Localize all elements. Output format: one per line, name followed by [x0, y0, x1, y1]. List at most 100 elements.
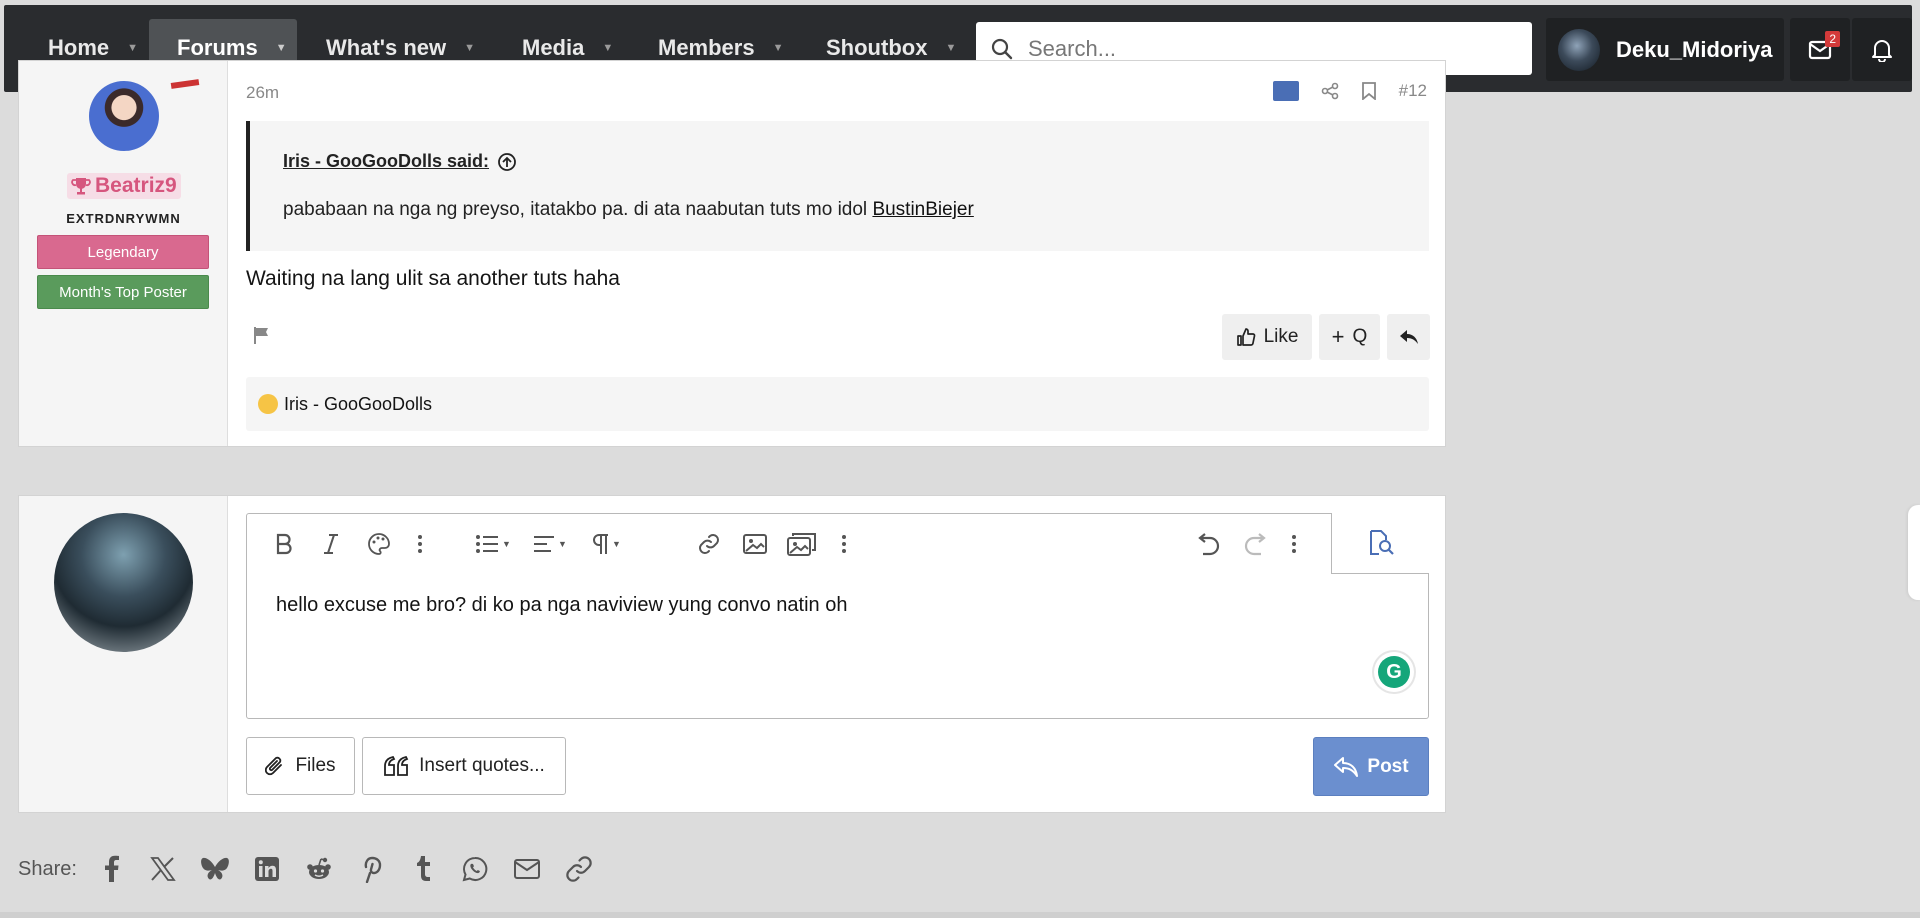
multi-quote-label: Q — [1352, 326, 1368, 347]
alerts-button[interactable] — [1852, 18, 1912, 81]
chevron-down-icon[interactable]: ▼ — [127, 42, 138, 54]
nav-shoutbox-label: Shoutbox — [826, 35, 928, 60]
redo-icon — [1244, 533, 1266, 556]
user-banner-top-poster: Month's Top Poster — [37, 275, 209, 309]
files-label: Files — [295, 755, 336, 776]
italic-button[interactable] — [323, 530, 339, 558]
quick-reply: ▼ ▼ ▼ hello excuse me bro? di ko pa nga … — [18, 495, 1446, 813]
nav-media-label: Media — [522, 35, 585, 60]
attach-files-button[interactable]: Files — [246, 737, 355, 795]
share-label: Share: — [18, 857, 77, 880]
x-icon[interactable] — [147, 853, 179, 885]
mention-link[interactable]: BustinBiejer — [872, 199, 973, 220]
pinterest-icon[interactable] — [355, 853, 387, 885]
email-icon[interactable] — [511, 853, 543, 885]
flag-icon[interactable] — [252, 325, 272, 350]
reply-user-cell — [19, 496, 228, 812]
reaction-user[interactable]: Iris - GooGooDolls — [284, 394, 432, 415]
like-button[interactable]: Like — [1222, 314, 1312, 360]
multi-quote-button[interactable]: + Q — [1319, 314, 1380, 360]
undo-button[interactable] — [1195, 530, 1221, 558]
bold-icon — [276, 533, 292, 555]
message-editor[interactable]: ▼ ▼ ▼ hello excuse me bro? di ko pa nga … — [246, 513, 1429, 719]
editor-toolbar: ▼ ▼ ▼ — [247, 513, 1429, 574]
insert-media-button[interactable] — [787, 530, 817, 558]
preview-toggle[interactable] — [1331, 513, 1429, 574]
user-banner-legendary: Legendary — [37, 235, 209, 269]
more-text-options-button[interactable] — [417, 530, 423, 558]
facebook-icon[interactable] — [95, 853, 127, 885]
chevron-down-icon: ▼ — [558, 539, 567, 549]
laughing-emoji-icon — [258, 394, 278, 414]
paragraph-button[interactable]: ▼ — [591, 530, 621, 558]
align-button[interactable]: ▼ — [533, 530, 567, 558]
arrow-up-circle-icon[interactable] — [497, 152, 517, 172]
plus-icon: + — [1331, 324, 1345, 349]
thumbs-up-icon — [1236, 328, 1255, 346]
more-history-options-button[interactable] — [1291, 530, 1297, 558]
account-menu[interactable]: Deku_Midoriya — [1546, 18, 1784, 81]
chevron-down-icon[interactable]: ▼ — [945, 42, 956, 54]
post-message: Beatriz9 EXTRDNRYWMN Legendary Month's T… — [18, 60, 1446, 447]
chevron-down-icon: ▼ — [502, 539, 511, 549]
search-input[interactable] — [1028, 35, 1508, 62]
more-vertical-icon — [842, 535, 846, 553]
reply-arrow-icon — [1399, 330, 1418, 344]
chevron-down-icon[interactable]: ▼ — [602, 42, 613, 54]
editor-content[interactable]: hello excuse me bro? di ko pa nga navivi… — [276, 594, 847, 617]
quote-icon — [384, 755, 409, 776]
share-icon[interactable] — [1321, 82, 1339, 100]
insert-quotes-label: Insert quotes... — [419, 755, 545, 776]
preview-icon — [1369, 530, 1394, 555]
link-icon[interactable] — [563, 853, 595, 885]
chevron-down-icon: ▼ — [612, 539, 621, 549]
image-icon — [743, 534, 767, 554]
nav-home-label: Home — [48, 35, 110, 60]
post-timestamp[interactable]: 26m — [246, 83, 279, 103]
label-badge — [1272, 81, 1299, 101]
bold-button[interactable] — [275, 530, 293, 558]
insert-link-button[interactable] — [697, 530, 721, 558]
whatsapp-icon[interactable] — [459, 853, 491, 885]
align-left-icon — [534, 536, 554, 552]
insert-quotes-button[interactable]: Insert quotes... — [362, 737, 566, 795]
bookmark-icon[interactable] — [1361, 82, 1377, 100]
text-color-button[interactable] — [367, 530, 391, 558]
quote-author-text: Iris - GooGooDolls said: — [283, 151, 490, 171]
post-number[interactable]: #12 — [1399, 81, 1427, 101]
more-insert-options-button[interactable] — [841, 530, 847, 558]
reddit-icon[interactable] — [303, 853, 335, 885]
inbox-count-badge: 2 — [1825, 31, 1840, 47]
quote-block: Iris - GooGooDolls said: pababaan na nga… — [246, 121, 1429, 251]
reactions-bar[interactable]: Iris - GooGooDolls — [246, 377, 1429, 431]
palette-icon — [368, 533, 390, 555]
quote-text: pababaan na nga ng preyso, itatakbo pa. … — [283, 199, 974, 221]
chevron-down-icon[interactable]: ▼ — [773, 42, 784, 54]
grammarly-icon[interactable]: G — [1374, 652, 1414, 692]
insert-image-button[interactable] — [743, 530, 767, 558]
post-author-title: EXTRDNRYWMN — [66, 211, 181, 226]
side-drawer-handle[interactable] — [1908, 505, 1920, 600]
avatar — [1558, 28, 1600, 71]
italic-icon — [324, 534, 338, 554]
inbox-button[interactable]: 2 — [1790, 18, 1850, 81]
post-author-name[interactable]: Beatriz9 — [67, 173, 181, 199]
quote-text-content: pababaan na nga ng preyso, itatakbo pa. … — [283, 199, 873, 220]
reply-button[interactable] — [1387, 314, 1430, 360]
post-label: Post — [1367, 755, 1409, 777]
bluesky-icon[interactable] — [199, 853, 231, 885]
more-vertical-icon — [418, 535, 422, 553]
nav-members-label: Members — [658, 35, 755, 60]
ribbon-icon — [170, 79, 200, 89]
like-label: Like — [1263, 326, 1299, 347]
linkedin-icon[interactable] — [251, 853, 283, 885]
chevron-down-icon[interactable]: ▼ — [276, 42, 287, 54]
list-button[interactable]: ▼ — [475, 530, 511, 558]
post-reply-button[interactable]: Post — [1313, 737, 1429, 796]
quote-author-link[interactable]: Iris - GooGooDolls said: — [283, 151, 517, 172]
redo-button[interactable] — [1243, 530, 1269, 558]
avatar[interactable] — [89, 81, 159, 151]
chevron-down-icon[interactable]: ▼ — [464, 42, 475, 54]
link-icon — [699, 534, 719, 554]
tumblr-icon[interactable] — [407, 853, 439, 885]
